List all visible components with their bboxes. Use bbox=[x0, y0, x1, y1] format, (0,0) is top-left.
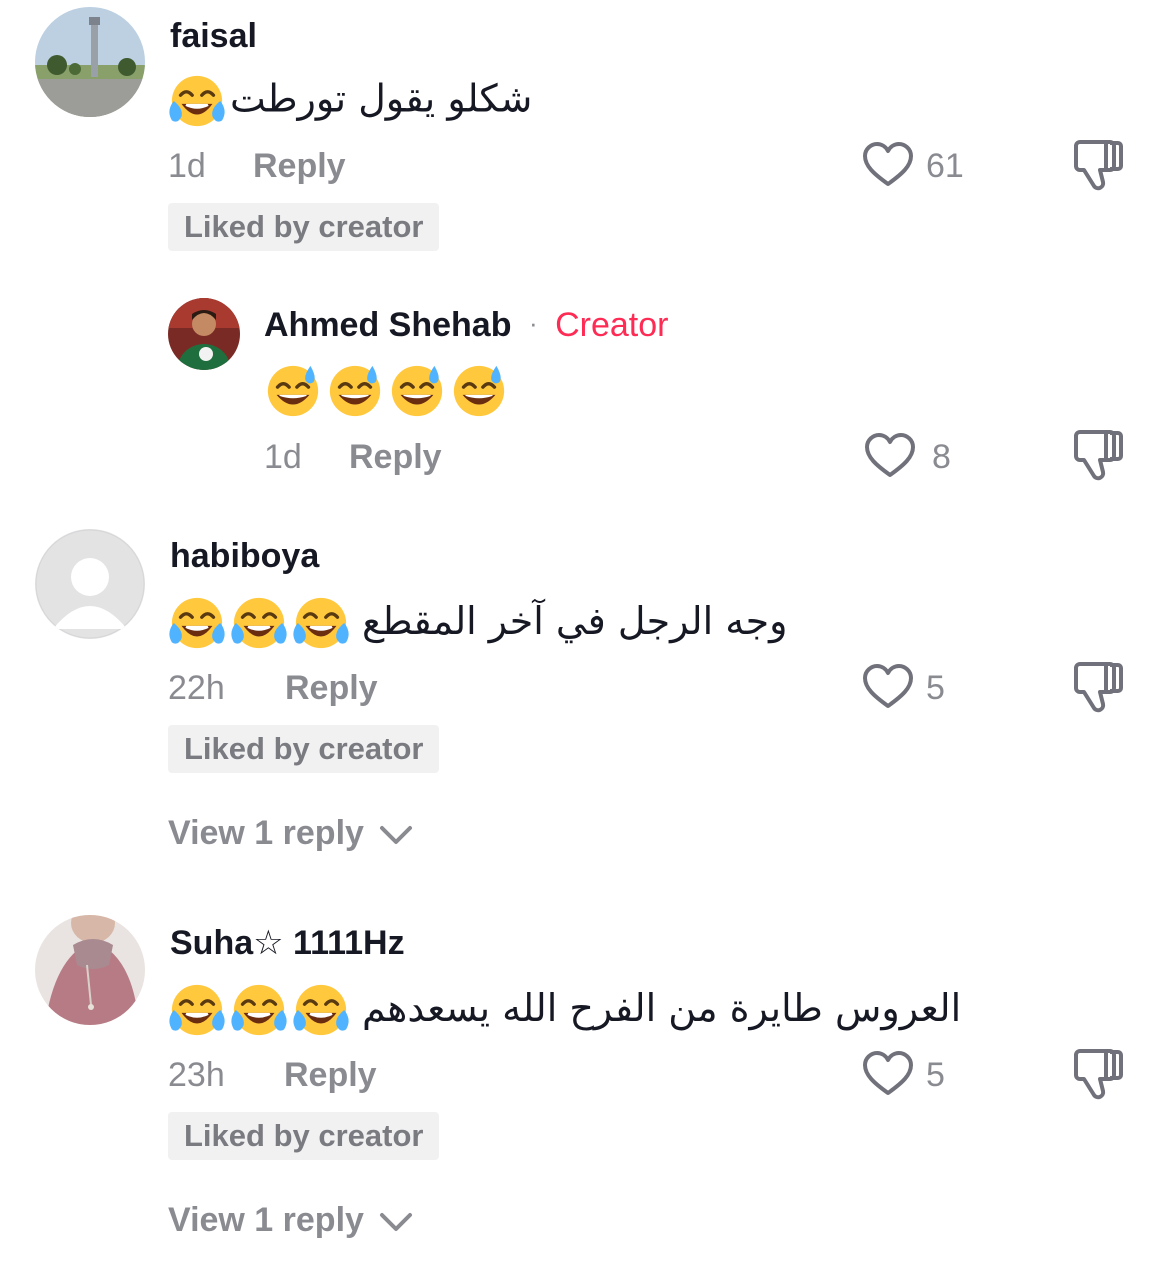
tears-of-joy-emoji-icon bbox=[230, 981, 288, 1039]
like-count: 8 bbox=[932, 438, 951, 476]
view-replies-button[interactable]: View 1 reply bbox=[168, 1200, 413, 1240]
comment-text bbox=[264, 362, 512, 420]
username-text: Ahmed Shehab bbox=[264, 306, 512, 344]
avatar[interactable] bbox=[168, 298, 240, 370]
avatar[interactable] bbox=[35, 7, 145, 117]
comment-text: العروس طايرة من الفرح الله يسعدهم bbox=[168, 981, 961, 1039]
avatar[interactable] bbox=[35, 915, 145, 1025]
like-count: 5 bbox=[926, 1056, 945, 1094]
tears-of-joy-emoji-icon bbox=[168, 594, 226, 652]
avatar[interactable] bbox=[35, 529, 145, 639]
like-count: 61 bbox=[926, 147, 964, 185]
view-replies-label: View 1 reply bbox=[168, 814, 364, 852]
chevron-down-icon bbox=[380, 826, 413, 845]
username[interactable]: habiboya bbox=[170, 536, 319, 576]
reply-button[interactable]: Reply bbox=[349, 437, 442, 477]
comment-text: وجه الرجل في آخر المقطع bbox=[168, 594, 787, 652]
comment-time: 23h bbox=[168, 1056, 225, 1094]
comment-body: شكلو يقول تورطت bbox=[230, 76, 533, 121]
like-count: 5 bbox=[926, 669, 945, 707]
chevron-down-icon bbox=[380, 1213, 413, 1232]
tears-of-joy-emoji-icon bbox=[168, 72, 226, 130]
reply-button[interactable]: Reply bbox=[253, 146, 346, 186]
sweat-smile-emoji-icon bbox=[264, 362, 322, 420]
creator-label: Creator bbox=[555, 306, 669, 344]
comment-body: العروس طايرة من الفرح الله يسعدهم bbox=[362, 985, 962, 1030]
reply-button[interactable]: Reply bbox=[285, 668, 378, 708]
comment-time: 1d bbox=[264, 438, 302, 476]
comment-body: وجه الرجل في آخر المقطع bbox=[362, 598, 788, 643]
username[interactable]: faisal bbox=[170, 16, 257, 56]
view-replies-button[interactable]: View 1 reply bbox=[168, 813, 413, 853]
sweat-smile-emoji-icon bbox=[388, 362, 446, 420]
liked-by-creator-badge: Liked by creator bbox=[168, 725, 440, 773]
tears-of-joy-emoji-icon bbox=[292, 981, 350, 1039]
like-heart-icon[interactable] bbox=[862, 142, 914, 188]
comment-time: 22h bbox=[168, 669, 225, 707]
dislike-icon[interactable] bbox=[1072, 428, 1124, 484]
username[interactable]: Ahmed Shehab · Creator bbox=[264, 305, 668, 347]
sweat-smile-emoji-icon bbox=[326, 362, 384, 420]
tears-of-joy-emoji-icon bbox=[292, 594, 350, 652]
liked-by-creator-badge: Liked by creator bbox=[168, 203, 440, 251]
liked-by-creator-badge: Liked by creator bbox=[168, 1112, 440, 1160]
sweat-smile-emoji-icon bbox=[450, 362, 508, 420]
tears-of-joy-emoji-icon bbox=[230, 594, 288, 652]
comment-time: 1d bbox=[168, 147, 206, 185]
like-heart-icon[interactable] bbox=[862, 664, 914, 710]
dislike-icon[interactable] bbox=[1072, 138, 1124, 194]
dislike-icon[interactable] bbox=[1072, 1047, 1124, 1103]
comment-text: شكلو يقول تورطت bbox=[168, 72, 532, 130]
username[interactable]: Suha☆ 1111Hz bbox=[170, 923, 405, 963]
reply-button[interactable]: Reply bbox=[284, 1055, 377, 1095]
like-heart-icon[interactable] bbox=[862, 1051, 914, 1097]
like-heart-icon[interactable] bbox=[864, 433, 916, 479]
view-replies-label: View 1 reply bbox=[168, 1201, 364, 1239]
tears-of-joy-emoji-icon bbox=[168, 981, 226, 1039]
role-separator: · bbox=[528, 308, 538, 338]
dislike-icon[interactable] bbox=[1072, 660, 1124, 716]
